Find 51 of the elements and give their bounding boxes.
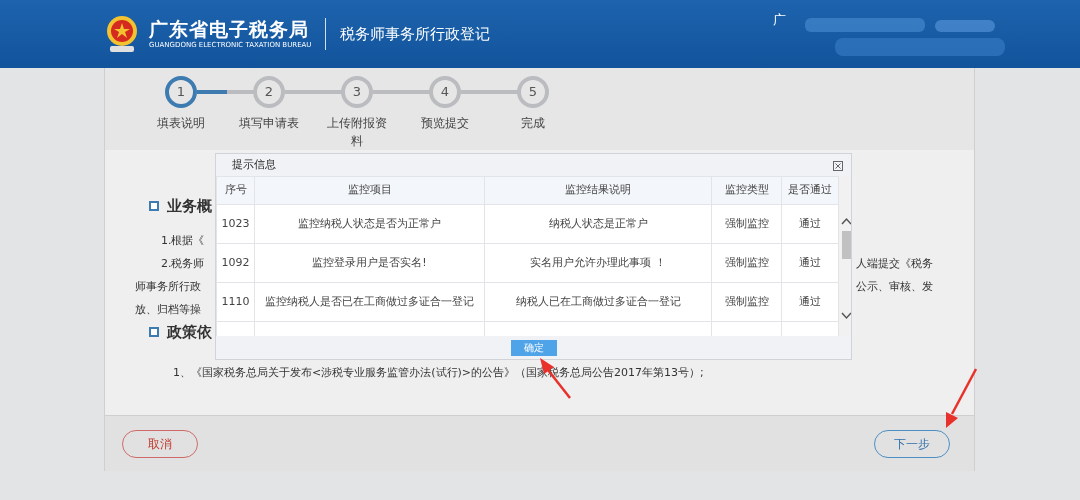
column-header: 监控结果说明 bbox=[484, 176, 712, 205]
section-heading: 政策依 bbox=[167, 321, 212, 343]
table-cell: 纳税人状态是正常户 bbox=[484, 204, 712, 244]
step-circle[interactable]: 3 bbox=[341, 76, 373, 108]
step-label: 填写申请表 bbox=[238, 115, 300, 132]
column-header: 是否通过 bbox=[781, 176, 839, 205]
table-cell: 纳税人已在工商做过多证合一登记 bbox=[484, 282, 712, 322]
table-cell: 监控纳税人状态是否为正常户 bbox=[254, 204, 485, 244]
step-circle[interactable]: 2 bbox=[253, 76, 285, 108]
user-name: 广 bbox=[773, 11, 786, 29]
section-heading: 业务概 bbox=[167, 195, 212, 217]
table-cell: 强制监控 bbox=[711, 282, 782, 322]
scroll-thumb[interactable] bbox=[842, 231, 851, 259]
scroll-down-icon[interactable] bbox=[841, 312, 851, 320]
column-header: 序号 bbox=[216, 176, 255, 205]
table-cell: 强制监控 bbox=[711, 243, 782, 283]
square-icon bbox=[149, 201, 159, 211]
site-title: 广东省电子税务局 bbox=[149, 19, 310, 40]
paragraph-text: 师事务所行政 bbox=[135, 280, 201, 293]
table-cell: 监控纳税人是否已在工商做过多证合一登记 bbox=[254, 282, 485, 322]
table-cell: 监控登录用户是否实名! bbox=[254, 243, 485, 283]
column-header: 监控类型 bbox=[711, 176, 782, 205]
paragraph-text: 1.根据《 bbox=[161, 234, 205, 247]
paragraph-text: 公示、审核、发 bbox=[856, 280, 933, 293]
step-label: 完成 bbox=[520, 115, 546, 132]
table-cell: 1023 bbox=[216, 204, 255, 244]
step-circle[interactable]: 1 bbox=[165, 76, 197, 108]
scroll-up-icon[interactable] bbox=[841, 217, 851, 225]
close-button[interactable] bbox=[833, 159, 843, 171]
annotation-arrow bbox=[946, 368, 978, 428]
column-header: 监控项目 bbox=[254, 176, 485, 205]
square-icon bbox=[149, 327, 159, 337]
step-circle[interactable]: 4 bbox=[429, 76, 461, 108]
module-title: 税务师事务所行政登记 bbox=[340, 23, 491, 45]
paragraph-text: 2.税务师 bbox=[161, 257, 205, 270]
step-circle[interactable]: 5 bbox=[517, 76, 549, 108]
table-cell: 通过 bbox=[781, 204, 839, 244]
dialog-title: 提示信息 bbox=[232, 156, 276, 173]
paragraph-text: 放、归档等操 bbox=[135, 303, 201, 316]
table-cell: 1092 bbox=[216, 243, 255, 283]
table-cell: 通过 bbox=[781, 243, 839, 283]
table-cell: 实名用户允许办理此事项 ！ bbox=[484, 243, 712, 283]
table-cell: 1110 bbox=[216, 282, 255, 322]
step-label: 上传附报资料 bbox=[326, 115, 388, 150]
scrollbar[interactable] bbox=[839, 176, 851, 336]
step-label: 填表说明 bbox=[156, 115, 206, 132]
paragraph-text: 人端提交《税务 bbox=[856, 257, 933, 270]
table-cell: 强制监控 bbox=[711, 204, 782, 244]
step-label: 预览提交 bbox=[420, 115, 470, 132]
table-cell: 通过 bbox=[781, 282, 839, 322]
emblem-icon bbox=[105, 14, 139, 54]
